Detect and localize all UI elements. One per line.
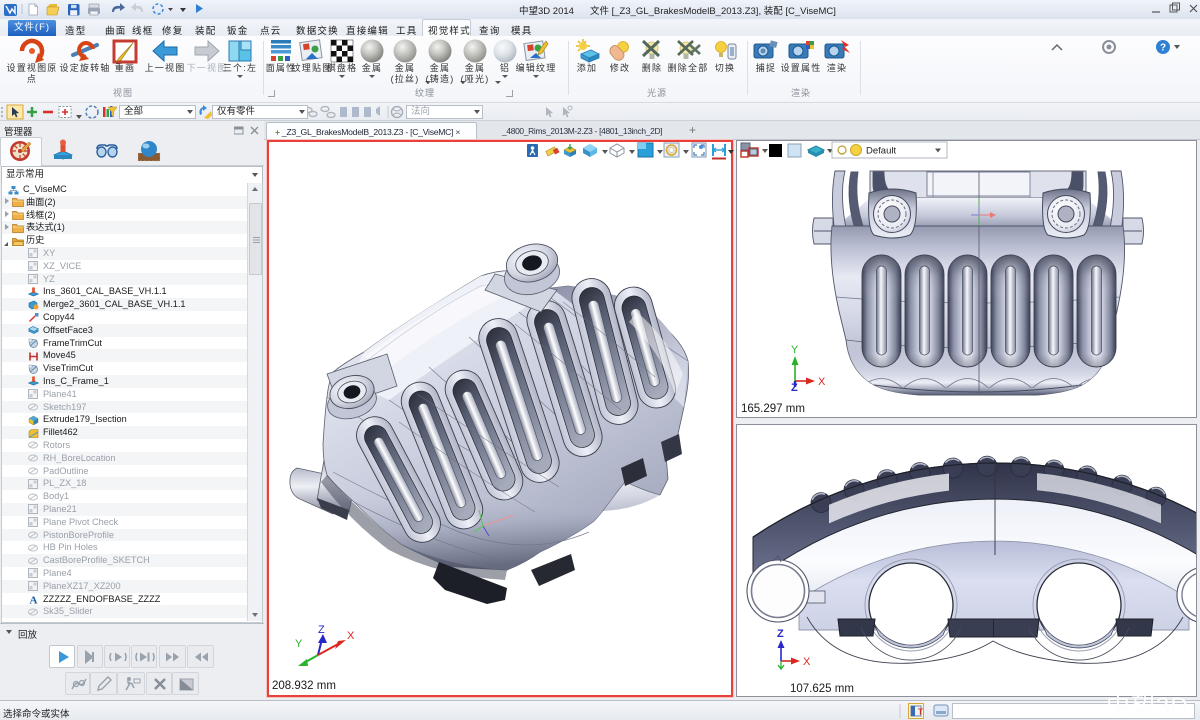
svg-text:?: ?: [1160, 43, 1166, 54]
svg-text:X: X: [803, 656, 811, 668]
svg-text:Z: Z: [791, 382, 798, 394]
svg-text:A: A: [30, 595, 38, 606]
svg-text:Default: Default: [866, 146, 896, 157]
svg-text:Y: Y: [295, 638, 303, 650]
svg-text:X: X: [818, 376, 826, 388]
svg-text:X: X: [347, 630, 355, 642]
svg-text:T: T: [918, 708, 923, 717]
svg-text:Y: Y: [791, 344, 799, 356]
svg-text:Z: Z: [777, 628, 784, 640]
svg-text:Z: Z: [318, 624, 325, 636]
